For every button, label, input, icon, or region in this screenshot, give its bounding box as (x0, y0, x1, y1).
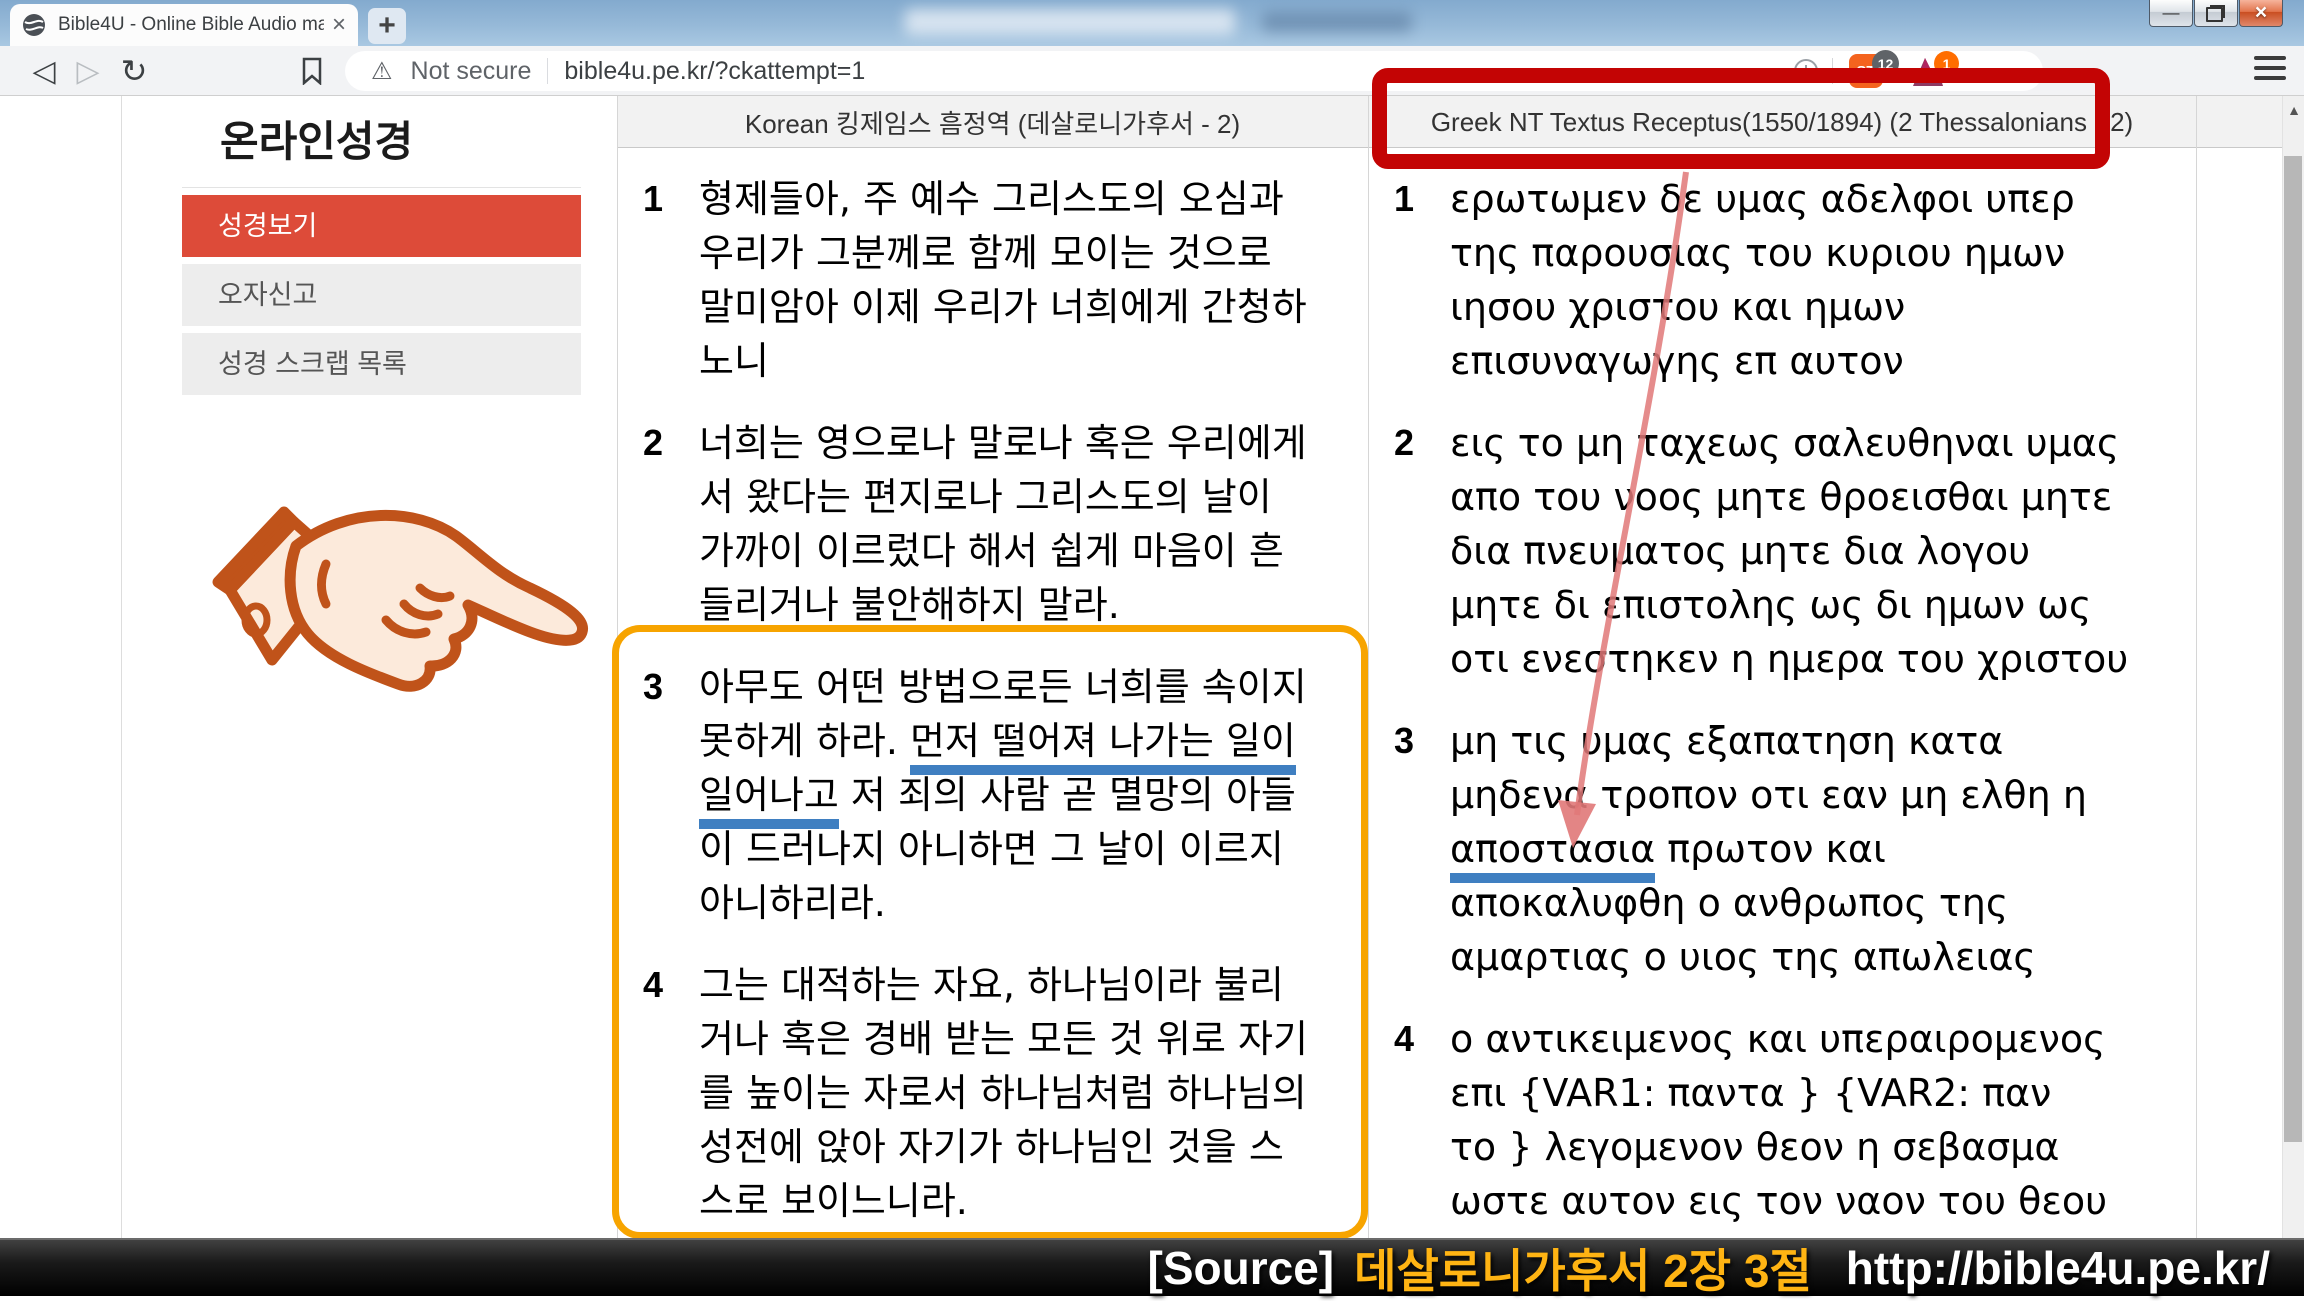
window-titlebar: Bible4U - Online Bible Audio man × + — × (0, 0, 2304, 46)
scrollbar-thumb[interactable] (2284, 156, 2302, 1142)
sidebar-title: 온라인성경 (182, 96, 581, 187)
not-secure-warning-icon: ⚠ (371, 57, 393, 86)
verse-number: 1 (1394, 172, 1450, 388)
source-caption-bar: [Source] 데살로니가후서 2장 3절 http://bible4u.pe… (0, 1238, 2304, 1296)
annotation-orange-box (612, 625, 1368, 1239)
verse-line: μηδενα τροπον οτι εαν μη ελθη η (1450, 768, 2180, 822)
page-left-border (121, 96, 122, 1238)
url-separator (547, 58, 548, 84)
verse-number: 2 (643, 416, 699, 632)
verse-line: απο του νοος μητε θροεισθαι μητε (1450, 470, 2180, 524)
column-header-korean: Korean 킹제임스 흠정역 (데살로니가후서 - 2) (617, 96, 1368, 148)
verse-line: 우리가 그분께로 함께 모이는 것으로 (699, 226, 1348, 280)
verse-line: ωστε αυτον εις τον ναον του θεου (1450, 1174, 2180, 1228)
verse-line: 너희는 영으로나 말로나 혹은 우리에게 (699, 416, 1348, 470)
verse-line: 가까이 이르렀다 해서 쉽게 마음이 흔 (699, 524, 1348, 578)
verse-korean-2: 2너희는 영으로나 말로나 혹은 우리에게서 왔다는 편지로나 그리스도의 날이… (643, 416, 1348, 632)
verse-number: 4 (1394, 1012, 1450, 1228)
verse-line: μη τις υμας εξαπατηση κατα (1450, 714, 2180, 768)
not-secure-label[interactable]: Not secure (411, 57, 532, 86)
verse-line: εις το μη ταχεως σαλευθηναι υμας (1450, 416, 2180, 470)
minimize-button[interactable]: — (2149, 0, 2193, 27)
verse-line: το } λεγομενον θεον η σεβασμα (1450, 1120, 2180, 1174)
verse-korean-1: 1형제들아, 주 예수 그리스도의 오심과우리가 그분께로 함께 모이는 것으로… (643, 172, 1348, 388)
sidebar-item-1[interactable]: 오자신고 (182, 264, 581, 326)
verse-line: επι {VAR1: παντα } {VAR2: παν (1450, 1066, 2180, 1120)
verse-line: 말미암아 이제 우리가 너희에게 간청하 (699, 280, 1348, 334)
verse-line: επισυναγωγης επ αυτον (1450, 334, 2180, 388)
verse-line: ο αντικειμενος και υπεραιρομενος (1450, 1012, 2180, 1066)
verse-line: ερωτωμεν δε υμας αδελφοι υπερ (1450, 172, 2180, 226)
verse-line: 형제들아, 주 예수 그리스도의 오심과 (699, 172, 1348, 226)
restore-button[interactable] (2194, 0, 2238, 27)
verse-greek-1: 1ερωτωμεν δε υμας αδελφοι υπερτης παρουσ… (1394, 172, 2180, 388)
restore-icon (2206, 7, 2223, 22)
table-border (1368, 96, 1369, 1238)
source-prefix: [Source] (1148, 1241, 1335, 1295)
source-url: http://bible4u.pe.kr/ (1846, 1241, 2270, 1295)
new-tab-button[interactable]: + (368, 8, 406, 44)
browser-tab[interactable]: Bible4U - Online Bible Audio man × (10, 4, 358, 46)
sidebar: 온라인성경 성경보기오자신고성경 스크랩 목록 (182, 96, 581, 395)
greek-verse-column: 1ερωτωμεν δε υμας αδελφοι υπερτης παρουσ… (1394, 172, 2180, 1256)
verse-line: οτι ενεστηκεν η ημερα του χριστου (1450, 632, 2180, 686)
verse-line: ιησου χριστου και ημων (1450, 280, 2180, 334)
pointing-hand-image (168, 462, 608, 792)
sidebar-item-0[interactable]: 성경보기 (182, 195, 581, 257)
url-text[interactable]: bible4u.pe.kr/?ckattempt=1 (564, 57, 865, 86)
verse-number: 1 (643, 172, 699, 388)
close-button[interactable]: × (2239, 0, 2283, 27)
verse-line: αμαρτιας ο υιος της απωλειας (1450, 930, 2180, 984)
verse-greek-4: 4ο αντικειμενος και υπεραιρομενοςεπι {VA… (1394, 1012, 2180, 1228)
browser-menu-icon[interactable] (2254, 56, 2286, 80)
verse-line: αποκαλυφθη ο ανθρωπος της (1450, 876, 2180, 930)
globe-favicon-icon (22, 13, 46, 37)
table-border (2196, 96, 2197, 1238)
verse-line: της παρουσιας του κυριου ημων (1450, 226, 2180, 280)
verse-line: μητε δι επιστολης ως δι ημων ως (1450, 578, 2180, 632)
tab-close-icon[interactable]: × (332, 13, 346, 37)
verse-line: αποστασια πρωτον και (1450, 822, 2180, 876)
window-controls: — × (2149, 0, 2284, 27)
verse-line: 서 왔다는 편지로나 그리스도의 날이 (699, 470, 1348, 524)
tab-title: Bible4U - Online Bible Audio man (58, 14, 324, 36)
annotation-red-box (1372, 68, 2110, 169)
verse-line: 들리거나 불안해하지 말라. (699, 578, 1348, 632)
sidebar-divider (182, 187, 581, 188)
scroll-up-arrow-icon[interactable]: ▲ (2283, 102, 2304, 118)
highlighted-underline-text: αποστασια (1450, 827, 1655, 883)
verse-greek-3: 3μη τις υμας εξαπατηση καταμηδενα τροπον… (1394, 714, 2180, 984)
browser-window: { "window": { "tab_title": "Bible4U - On… (0, 0, 2304, 1296)
verse-line: 노니 (699, 334, 1348, 388)
sidebar-item-2[interactable]: 성경 스크랩 목록 (182, 333, 581, 395)
verse-number: 2 (1394, 416, 1450, 686)
verse-greek-2: 2εις το μη ταχεως σαλευθηναι υμαςαπο του… (1394, 416, 2180, 686)
blurred-window-title (905, 9, 1235, 35)
source-reference: 데살로니가후서 2장 3절 (1354, 1235, 1812, 1301)
verse-line: δια πνευματος μητε δια λογου (1450, 524, 2180, 578)
blurred-window-title (1262, 12, 1412, 32)
verse-number: 3 (1394, 714, 1450, 984)
